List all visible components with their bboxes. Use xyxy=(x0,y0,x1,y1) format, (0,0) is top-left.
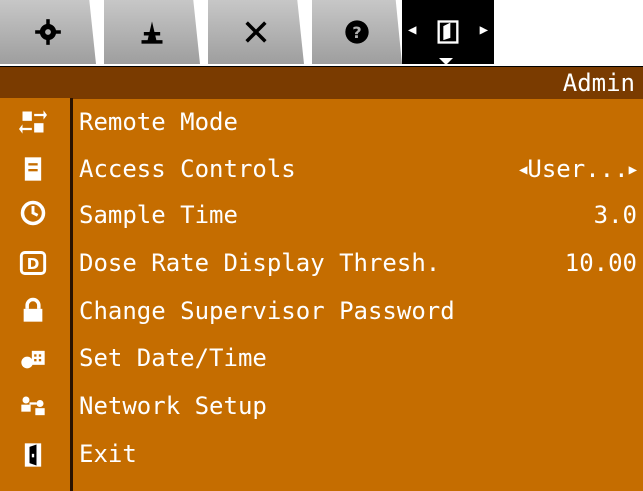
menu-item-label: Remote Mode xyxy=(79,108,238,136)
antenna-icon xyxy=(141,21,163,44)
document-icon xyxy=(18,154,48,184)
calendar-icon xyxy=(18,344,48,374)
menu-item-label: Network Setup xyxy=(79,392,267,420)
menu-item-sample-time[interactable]: Sample Time 3.0 xyxy=(73,195,643,235)
page-title: Admin xyxy=(562,69,635,97)
tab-source[interactable] xyxy=(104,0,200,64)
tab-help[interactable]: ? xyxy=(312,0,402,64)
title-bar: Admin xyxy=(0,66,643,99)
exit-door-icon xyxy=(18,440,48,470)
menu-item-label: Change Supervisor Password xyxy=(79,297,455,325)
admin-screen: ? ◀ ▶ Admin D Remote Mode Access Control… xyxy=(0,0,643,491)
svg-text:?: ? xyxy=(352,23,361,42)
menu-item-network-setup[interactable]: Network Setup xyxy=(73,386,643,426)
menu-item-label: Access Controls xyxy=(79,155,296,183)
admin-door-icon xyxy=(437,20,459,44)
tab-admin[interactable]: ◀ ▶ xyxy=(402,0,494,64)
tab-tools[interactable] xyxy=(208,0,304,64)
display-d-icon: D xyxy=(18,248,48,278)
menu-item-set-date-time[interactable]: Set Date/Time xyxy=(73,338,643,378)
menu-item-label: Exit xyxy=(79,440,137,468)
menu-item-label: Set Date/Time xyxy=(79,344,267,372)
tools-icon xyxy=(245,21,267,43)
tab-bar: ? ◀ ▶ xyxy=(0,0,643,66)
network-icon xyxy=(18,392,48,422)
gear-icon xyxy=(35,19,61,45)
transfer-arrows-icon xyxy=(18,107,48,137)
active-tab-indicator xyxy=(439,58,453,65)
tab-right-arrow-icon[interactable]: ▶ xyxy=(480,22,488,38)
menu-item-label: Sample Time xyxy=(79,201,238,229)
menu-item-change-supervisor-password[interactable]: Change Supervisor Password xyxy=(73,291,643,331)
menu-item-access-controls[interactable]: Access Controls ◀User...▶ xyxy=(73,149,643,189)
access-controls-value[interactable]: ◀User...▶ xyxy=(519,149,637,190)
sample-time-value: 3.0 xyxy=(593,201,637,229)
menu-item-dose-rate-threshold[interactable]: Dose Rate Display Thresh. 10.00 xyxy=(73,243,643,283)
tab-settings[interactable] xyxy=(0,0,96,64)
help-icon: ? xyxy=(345,20,369,44)
menu-item-label: Dose Rate Display Thresh. xyxy=(79,249,441,277)
clock-icon xyxy=(18,198,48,228)
menu-item-remote-mode[interactable]: Remote Mode xyxy=(73,102,643,142)
menu-item-exit[interactable]: Exit xyxy=(73,434,643,474)
lock-icon xyxy=(18,295,48,325)
tab-left-arrow-icon[interactable]: ◀ xyxy=(408,22,416,38)
value-right-arrow-icon[interactable]: ▶ xyxy=(629,162,637,178)
svg-text:D: D xyxy=(27,255,40,273)
dose-rate-threshold-value: 10.00 xyxy=(564,249,637,277)
